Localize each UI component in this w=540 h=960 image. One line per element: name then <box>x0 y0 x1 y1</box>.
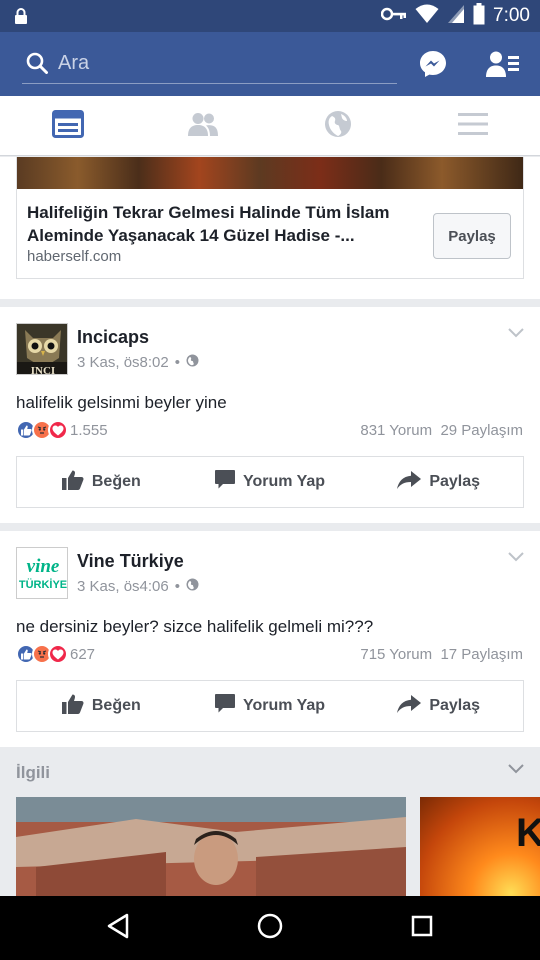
avatar-turkiye-text: TÜRKİYE <box>19 578 67 591</box>
menu-icon <box>457 112 488 141</box>
comment-icon <box>214 694 235 718</box>
comment-label: Yorum Yap <box>242 697 326 714</box>
lock-icon <box>14 7 28 30</box>
post-time[interactable]: 3 Kas, ös8:02 <box>77 354 169 371</box>
post-vine-turkiye: vine TÜRKİYE Vine Türkiye 3 Kas, ös4:06 … <box>0 531 540 747</box>
related-title: İlgili <box>16 763 50 782</box>
link-preview-image <box>17 157 523 189</box>
separator-dot: • <box>174 578 180 595</box>
recents-square-icon <box>411 915 433 942</box>
clock: 7:00 <box>493 5 530 26</box>
share-label: Paylaş <box>429 697 481 714</box>
search-input[interactable] <box>58 48 388 78</box>
comment-button[interactable]: Yorum Yap <box>186 681 355 731</box>
avatar[interactable]: INCI <box>16 323 68 375</box>
navigation-bar <box>0 896 540 960</box>
thumbs-up-icon <box>61 694 84 719</box>
post-text: halifelik gelsinmi beyler yine <box>16 393 227 412</box>
related-thumbnail[interactable]: K <box>420 797 540 896</box>
public-globe-icon <box>186 578 199 595</box>
related-thumbnail[interactable] <box>16 797 406 896</box>
messenger-icon[interactable] <box>418 49 448 84</box>
divider <box>0 523 540 531</box>
post-author[interactable]: Vine Türkiye <box>77 551 184 572</box>
tab-bar <box>0 96 540 156</box>
news-feed[interactable]: Halifeliğin Tekrar Gelmesi Halinde Tüm İ… <box>0 157 540 896</box>
battery-icon <box>473 2 485 30</box>
link-title[interactable]: Halifeliğin Tekrar Gelmesi Halinde Tüm İ… <box>27 201 417 247</box>
comment-label: Yorum Yap <box>242 473 326 490</box>
app-header <box>0 32 540 96</box>
share-label: Paylaş <box>429 473 481 490</box>
reactions-summary[interactable]: 1.555 <box>16 420 108 440</box>
post-stats[interactable]: 715 Yorum 17 Paylaşım <box>360 646 523 663</box>
love-reaction-icon <box>48 644 68 664</box>
vpn-key-icon <box>380 7 407 26</box>
share-count[interactable]: 17 Paylaşım <box>440 646 523 663</box>
post-author[interactable]: Incicaps <box>77 327 149 348</box>
recents-button[interactable] <box>382 896 462 960</box>
back-button[interactable] <box>78 896 158 960</box>
friends-icon <box>187 112 219 141</box>
avatar[interactable]: vine TÜRKİYE <box>16 547 68 599</box>
tab-notifications[interactable] <box>270 96 405 156</box>
divider <box>0 299 540 307</box>
share-count[interactable]: 29 Paylaşım <box>440 422 523 439</box>
post-actions: Beğen Yorum Yap Paylaş <box>16 456 524 508</box>
reaction-count: 1.555 <box>70 421 108 439</box>
like-button[interactable]: Beğen <box>17 457 186 507</box>
share-link-button[interactable]: Paylaş <box>433 213 511 259</box>
avatar-vine-text: vine <box>27 556 60 577</box>
reaction-count: 627 <box>70 645 96 663</box>
reactions-summary[interactable]: 627 <box>16 644 95 664</box>
post-options-chevron-icon[interactable] <box>508 325 524 343</box>
public-globe-icon <box>186 354 199 371</box>
search-icon <box>26 52 48 79</box>
comment-button[interactable]: Yorum Yap <box>186 457 355 507</box>
share-arrow-icon <box>397 470 422 494</box>
news-feed-icon <box>51 109 84 143</box>
love-reaction-icon <box>48 420 68 440</box>
post-time[interactable]: 3 Kas, ös4:06 <box>77 578 169 595</box>
post-actions: Beğen Yorum Yap Paylaş <box>16 680 524 732</box>
shared-link-card: Halifeliğin Tekrar Gelmesi Halinde Tüm İ… <box>0 157 540 299</box>
thumbs-up-icon <box>61 470 84 495</box>
globe-icon <box>324 110 352 143</box>
home-circle-icon <box>257 913 283 944</box>
back-triangle-icon <box>106 913 130 944</box>
like-label: Beğen <box>91 473 141 490</box>
tab-friends[interactable] <box>135 96 270 156</box>
link-domain: haberself.com <box>27 248 122 265</box>
like-label: Beğen <box>91 697 141 714</box>
comment-count[interactable]: 831 Yorum <box>360 422 432 439</box>
search-box[interactable] <box>22 44 397 84</box>
home-button[interactable] <box>230 896 310 960</box>
share-button[interactable]: Paylaş <box>354 457 523 507</box>
post-options-chevron-icon[interactable] <box>508 549 524 567</box>
tab-menu[interactable] <box>405 96 540 156</box>
wifi-icon <box>415 4 439 29</box>
like-button[interactable]: Beğen <box>17 681 186 731</box>
related-chevron-icon[interactable] <box>508 761 524 779</box>
share-button[interactable]: Paylaş <box>354 681 523 731</box>
related-section: İlgili K <box>0 747 540 896</box>
related-thumbnail-letter: K <box>516 811 540 855</box>
post-meta: 3 Kas, ös4:06 • <box>77 578 199 595</box>
post-incicaps: INCI Incicaps 3 Kas, ös8:02 • halifelik … <box>0 307 540 523</box>
comment-count[interactable]: 715 Yorum <box>360 646 432 663</box>
link-preview[interactable]: Halifeliğin Tekrar Gelmesi Halinde Tüm İ… <box>16 157 524 279</box>
svg-text:INCI: INCI <box>31 365 55 375</box>
post-stats[interactable]: 831 Yorum 29 Paylaşım <box>360 422 523 439</box>
separator-dot: • <box>174 354 180 371</box>
comment-icon <box>214 470 235 494</box>
status-bar: 7:00 <box>0 0 540 32</box>
cell-signal-icon <box>447 4 465 29</box>
friend-requests-icon[interactable] <box>486 50 520 83</box>
post-meta: 3 Kas, ös8:02 • <box>77 354 199 371</box>
tab-news-feed[interactable] <box>0 96 135 156</box>
post-text: ne dersiniz beyler? sizce halifelik gelm… <box>16 617 374 636</box>
share-arrow-icon <box>397 694 422 718</box>
